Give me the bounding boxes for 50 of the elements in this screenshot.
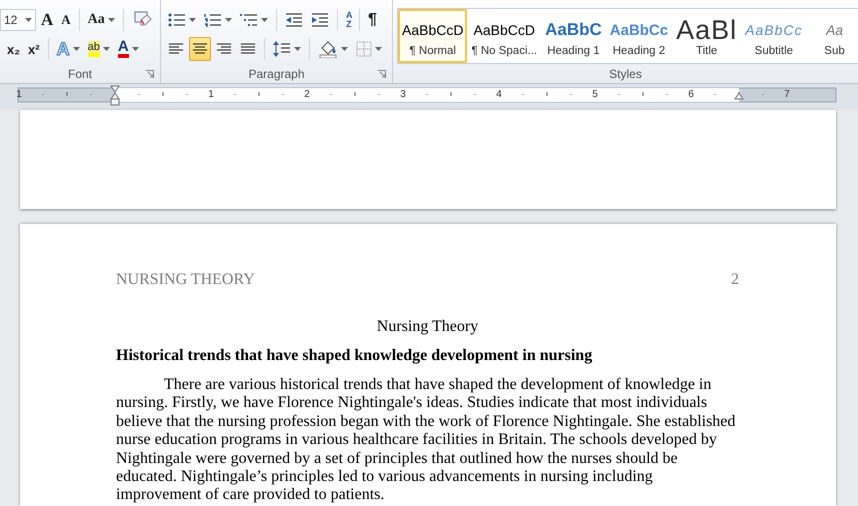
grow-font-button[interactable]: A bbox=[38, 8, 56, 32]
running-header: NURSING THEORY bbox=[116, 271, 255, 289]
show-marks-button[interactable]: ¶ bbox=[365, 8, 380, 32]
outdent-icon bbox=[285, 12, 303, 28]
indent-marker[interactable] bbox=[734, 92, 744, 100]
group-label: Styles bbox=[609, 67, 642, 81]
style-option[interactable]: AaBbCc Heading 2 bbox=[606, 9, 672, 63]
align-center-icon bbox=[192, 42, 208, 56]
ruler-number: 1 bbox=[208, 89, 214, 100]
sort-button[interactable]: AZ bbox=[343, 8, 354, 32]
ruler-number: 7 bbox=[784, 89, 790, 100]
style-option[interactable]: Aa Sub bbox=[806, 9, 858, 63]
font-color-button[interactable]: A bbox=[114, 37, 142, 61]
document-title: Nursing Theory bbox=[376, 318, 478, 335]
multilevel-list-icon bbox=[240, 12, 258, 28]
dialog-launcher-icon[interactable] bbox=[146, 70, 154, 78]
style-option[interactable]: AaBbCc Subtitle bbox=[741, 9, 807, 63]
line-spacing-icon bbox=[273, 40, 291, 58]
ruler-number: 6 bbox=[688, 89, 694, 100]
align-center-button[interactable] bbox=[189, 37, 211, 61]
indent-icon bbox=[311, 12, 329, 28]
ruler-number: 4 bbox=[496, 89, 502, 100]
page-number: 2 bbox=[731, 271, 739, 289]
group-label: Paragraph bbox=[248, 67, 305, 81]
body-paragraph: There are various historical trends that have shaped the development of knowledge in nursing. Firstly, we have Florence Nightingale's ideas. Studies indicate that most individuals believe that the nursing profession began with the work of Florence Nightingale. She established nurse education programs in various healthcare facilities in Britain. The schools developed by Nightingale were governed by a set of principles that outlined how the nurses should be educated. Nightingale’s principles led to various advancements in nursing including improvement of care provided to patients. bbox=[116, 376, 736, 505]
style-option[interactable]: AaBbC Heading 1 bbox=[541, 9, 606, 63]
indent-marker[interactable] bbox=[110, 86, 120, 106]
ruler-number: 5 bbox=[592, 89, 598, 100]
numbered-list-icon bbox=[204, 12, 222, 28]
change-case-button[interactable]: Aa bbox=[84, 8, 118, 32]
subscript-button[interactable]: x₂ bbox=[4, 37, 24, 61]
ruler-number: 1 bbox=[16, 89, 22, 100]
paint-bucket-icon bbox=[318, 40, 338, 58]
dialog-launcher-icon[interactable] bbox=[378, 70, 386, 78]
superscript-button[interactable]: x² bbox=[25, 37, 43, 61]
justify-icon bbox=[240, 42, 256, 56]
style-option[interactable]: AaBbCcD ¶ Normal bbox=[398, 9, 468, 63]
group-label: Font bbox=[68, 67, 92, 81]
ruler-number: 3 bbox=[400, 89, 406, 100]
bullet-list-icon bbox=[168, 12, 186, 28]
section-heading: Historical trends that have shaped knowledge development in nursing bbox=[116, 347, 592, 364]
font-size-field[interactable]: 12 bbox=[0, 9, 36, 31]
border-grid-icon bbox=[356, 41, 372, 57]
align-right-icon bbox=[216, 42, 232, 56]
align-left-icon bbox=[168, 42, 184, 56]
highlight-button[interactable]: ab bbox=[84, 37, 113, 61]
style-option[interactable]: AaBbCcD ¶ No Spaci... bbox=[467, 9, 542, 63]
ruler-number: 2 bbox=[304, 89, 310, 100]
shrink-font-button[interactable]: A bbox=[58, 8, 74, 32]
style-option[interactable]: AaBl Title bbox=[672, 9, 742, 63]
